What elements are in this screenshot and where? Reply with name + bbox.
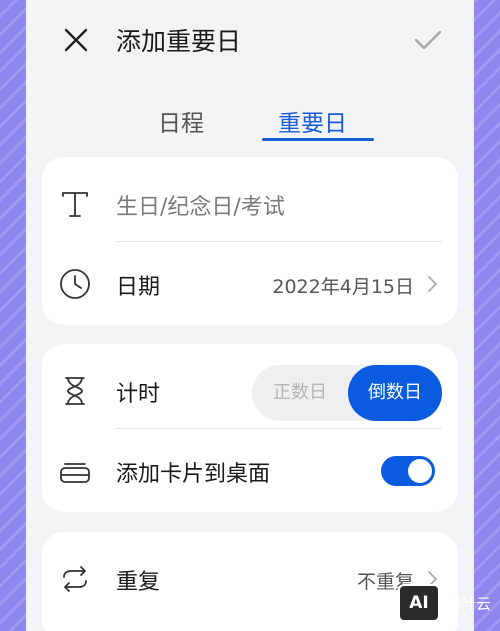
text-icon (62, 192, 88, 217)
clock-icon (60, 269, 90, 299)
watermark: AI 树叶云 (398, 584, 498, 624)
repeat-icon (63, 566, 87, 592)
widget-toggle[interactable] (381, 456, 435, 486)
page-title: 添加重要日 (116, 27, 242, 56)
timing-row: 计时 正数日 倒数日 (42, 348, 458, 432)
event-info-card: 生日/纪念日/考试 日期 2022年4月15日 (42, 157, 458, 325)
countdown-option[interactable]: 倒数日 (348, 365, 442, 421)
date-row[interactable]: 日期 2022年4月15日 (42, 241, 458, 325)
hourglass-icon (65, 377, 85, 405)
watermark-text: 树叶云 (446, 595, 492, 613)
repeat-row[interactable]: 重复 不重复 (42, 536, 458, 620)
repeat-label: 重复 (116, 570, 161, 595)
chevron-right-icon (428, 276, 438, 292)
name-input[interactable]: 生日/纪念日/考试 (116, 189, 285, 221)
close-icon (64, 28, 88, 52)
card-stack-icon (60, 463, 90, 483)
options-card: 计时 正数日 倒数日 添加卡片到桌面 (42, 344, 458, 512)
tab-active-indicator (262, 138, 374, 141)
tab-important-day[interactable]: 重要日 (278, 104, 347, 138)
watermark-logo: AI (398, 584, 440, 622)
count-up-option[interactable]: 正数日 (252, 365, 348, 421)
tab-schedule[interactable]: 日程 (158, 104, 204, 138)
check-icon (414, 30, 442, 50)
phone-screen: 添加重要日 日程 重要日 生日/纪念日/考试 日期 2022年4月15日 计时 … (26, 0, 474, 631)
confirm-button[interactable] (412, 24, 444, 56)
tab-bar: 日程 重要日 (26, 98, 474, 148)
date-value: 2022年4月15日 (272, 276, 414, 298)
close-button[interactable] (60, 24, 92, 56)
widget-row: 添加卡片到桌面 (42, 428, 458, 512)
toggle-knob (408, 459, 432, 483)
timing-segmented-control: 正数日 倒数日 (252, 365, 442, 421)
widget-label: 添加卡片到桌面 (116, 462, 271, 487)
timing-label: 计时 (116, 382, 161, 407)
name-row[interactable]: 生日/纪念日/考试 (42, 161, 458, 245)
date-label: 日期 (116, 275, 161, 300)
repeat-card: 重复 不重复 (42, 532, 458, 631)
header: 添加重要日 (26, 0, 474, 80)
